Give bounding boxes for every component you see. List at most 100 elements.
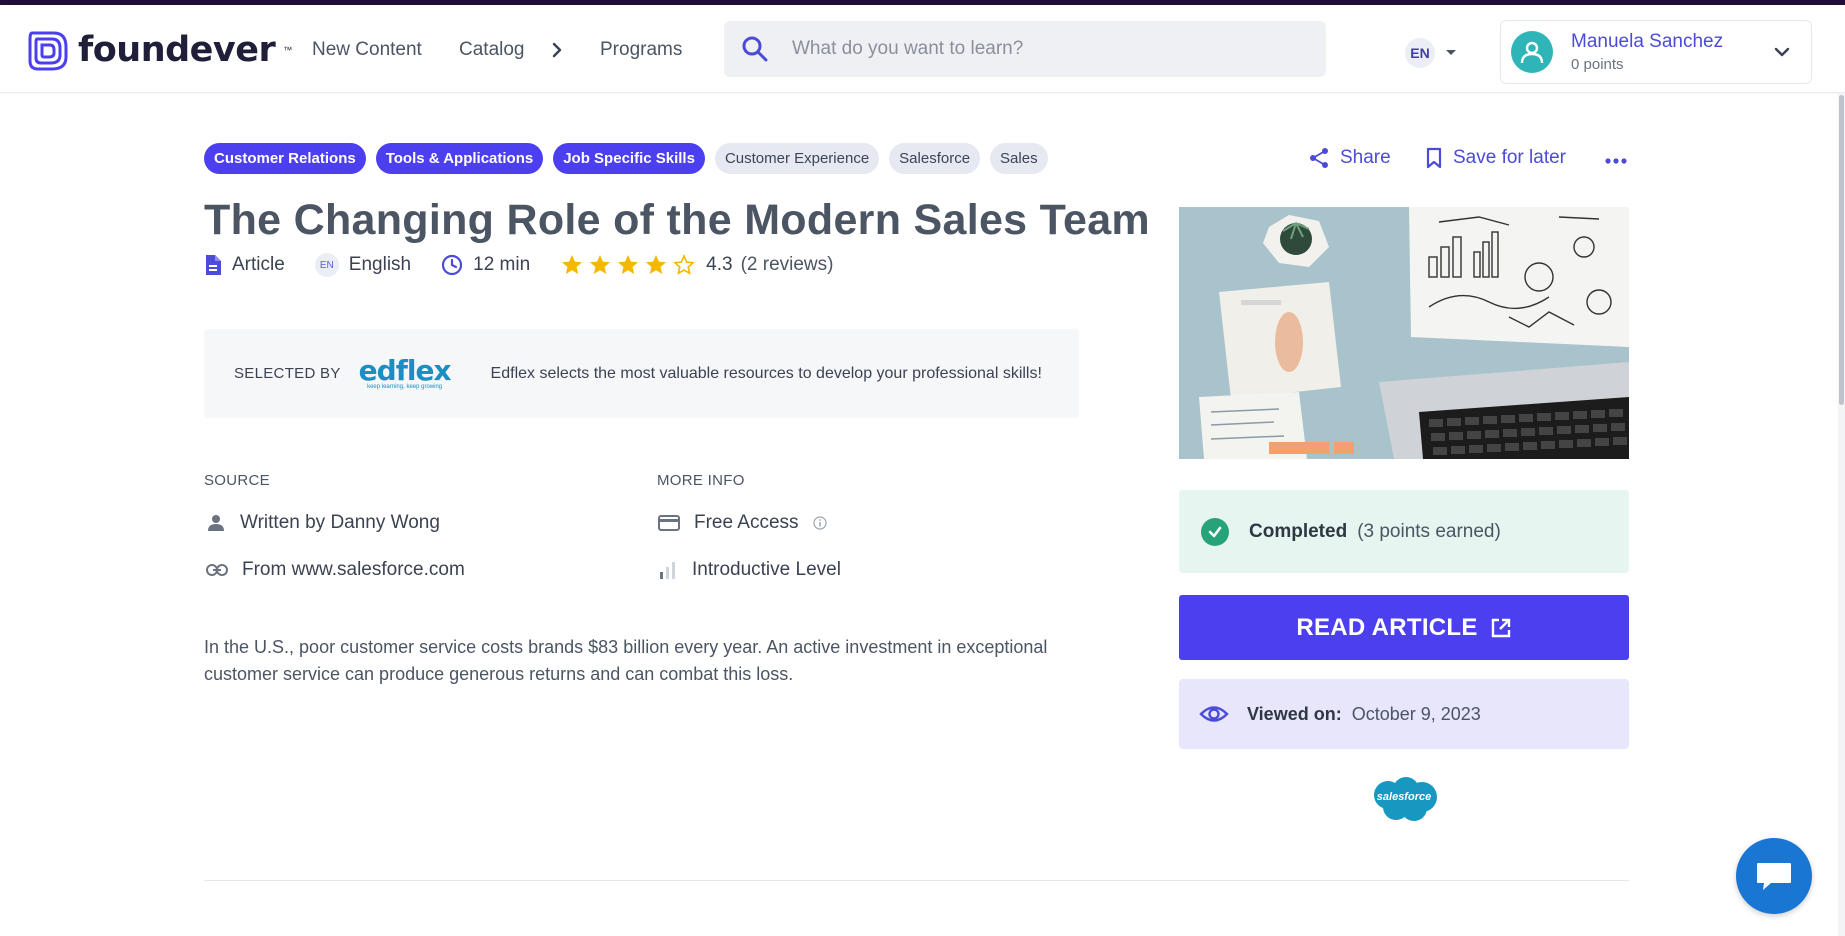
read-article-label: READ ARTICLE: [1296, 613, 1478, 641]
meta-language-label: English: [348, 254, 412, 275]
page-title: The Changing Role of the Modern Sales Te…: [204, 196, 1150, 244]
chevron-right-icon: [552, 42, 561, 58]
caret-down-icon: [1446, 50, 1456, 55]
more-info-access-label: Free Access: [694, 512, 799, 533]
nav-programs[interactable]: Programs: [600, 39, 682, 61]
user-menu[interactable]: Manuela Sanchez 0 points: [1500, 20, 1812, 84]
chat-bubble-icon: [1757, 863, 1791, 890]
completed-status: Completed (3 points earned): [1179, 490, 1629, 573]
tag-customer-experience[interactable]: Customer Experience: [714, 143, 880, 174]
info-icon[interactable]: [812, 516, 827, 530]
completed-points: (3 points earned): [1357, 520, 1501, 542]
language-code: EN: [1405, 38, 1435, 68]
scrollbar-thumb[interactable]: [1839, 95, 1844, 405]
eye-icon: [1199, 706, 1229, 722]
meta-language: EN English: [314, 253, 412, 277]
reviews-count[interactable]: (2 reviews): [741, 254, 834, 276]
selected-by-banner: SELECTED BY edflex keep learning, keep g…: [204, 329, 1079, 418]
more-info-level: Introductive Level: [658, 559, 841, 581]
more-info-heading: MORE INFO: [657, 472, 745, 489]
viewed-on-date: October 9, 2023: [1351, 703, 1481, 724]
more-info-access: Free Access: [658, 512, 827, 534]
tag-customer-relations[interactable]: Customer Relations: [204, 143, 366, 174]
brand-logo[interactable]: foundever ™: [24, 27, 292, 73]
user-points: 0 points: [1571, 56, 1624, 73]
topic-tags: Customer Relations Tools & Applications …: [204, 143, 1048, 174]
link-icon: [206, 564, 228, 576]
star-icon: [618, 255, 639, 274]
foundever-logo-icon: [28, 31, 68, 71]
user-name: Manuela Sanchez: [1571, 31, 1724, 52]
star-icon: [646, 255, 667, 274]
more-horizontal-icon: [1605, 158, 1627, 164]
section-divider: [204, 880, 1629, 881]
nav-programs-label: Programs: [600, 39, 683, 60]
clock-icon: [442, 254, 463, 276]
rating-stars: [560, 253, 696, 277]
edflex-logo: edflex keep learning, keep growing: [358, 353, 452, 390]
star-outline-icon: [673, 253, 696, 275]
completed-label: Completed: [1249, 520, 1348, 542]
tag-sales[interactable]: Sales: [990, 143, 1048, 174]
checkmark-icon: [1208, 526, 1222, 537]
document-icon: [206, 255, 221, 275]
meta-duration: 12 min: [441, 254, 530, 276]
nav-new-content[interactable]: New Content: [312, 39, 422, 61]
credit-card-icon: [658, 515, 680, 531]
workspace-illustration: [1179, 207, 1629, 459]
tag-salesforce[interactable]: Salesforce: [889, 143, 981, 174]
edflex-logo-tagline: keep learning, keep growing: [367, 383, 443, 390]
search-icon[interactable]: [740, 34, 770, 64]
share-icon: [1310, 148, 1328, 168]
meta-type: Article: [204, 254, 285, 276]
avatar: [1511, 31, 1553, 73]
more-info-level-label: Introductive Level: [692, 559, 841, 580]
source-heading: SOURCE: [204, 472, 270, 489]
search-bar[interactable]: [724, 21, 1326, 77]
source-author: Written by Danny Wong: [206, 512, 440, 534]
nav-catalog-label: Catalog: [459, 39, 525, 60]
source-from-label[interactable]: From www.salesforce.com: [242, 559, 465, 581]
source-author-label: Written by Danny Wong: [240, 512, 440, 533]
read-article-button[interactable]: READ ARTICLE: [1179, 595, 1629, 660]
star-icon: [562, 255, 583, 274]
viewed-on-label: Viewed on:: [1247, 703, 1342, 724]
save-for-later-label: Save for later: [1453, 147, 1566, 168]
bookmark-icon: [1426, 147, 1442, 169]
save-for-later-button[interactable]: Save for later: [1425, 147, 1566, 169]
brand-trademark: ™: [283, 45, 293, 55]
check-circle-icon: [1201, 517, 1229, 546]
nav-new-content-label: New Content: [312, 39, 422, 60]
star-icon: [590, 255, 611, 274]
level-bars-icon: [660, 562, 675, 579]
article-meta: Article EN English 12 min 4.3 (2 reviews…: [204, 253, 833, 277]
edflex-logo-word: edflex: [358, 353, 452, 387]
tag-job-specific-skills[interactable]: Job Specific Skills: [553, 143, 705, 174]
tag-tools-applications[interactable]: Tools & Applications: [375, 143, 544, 174]
user-info: Manuela Sanchez 0 points: [1571, 31, 1723, 73]
nav-catalog[interactable]: Catalog: [459, 39, 567, 61]
more-options-button[interactable]: [1605, 158, 1627, 164]
brand-name: foundever: [78, 30, 276, 70]
share-button[interactable]: Share: [1308, 147, 1391, 169]
selected-by-text: Edflex selects the most valuable resourc…: [490, 364, 1042, 382]
selected-by-label: SELECTED BY: [234, 365, 341, 382]
rating-value: 4.3: [706, 254, 733, 275]
chat-button[interactable]: [1736, 838, 1812, 914]
user-avatar-icon: [1520, 41, 1544, 64]
external-link-icon: [1491, 618, 1510, 637]
top-header: foundever ™ New Content Catalog Programs…: [0, 5, 1845, 93]
article-description: In the U.S., poor customer service costs…: [204, 637, 1048, 684]
share-label: Share: [1340, 147, 1391, 168]
viewed-on-panel: Viewed on: October 9, 2023: [1179, 679, 1629, 749]
person-icon: [208, 515, 224, 531]
source-from: From www.salesforce.com: [206, 559, 465, 581]
meta-duration-label: 12 min: [473, 254, 531, 275]
meta-type-label: Article: [232, 254, 285, 275]
search-input[interactable]: [792, 38, 1292, 60]
chevron-down-icon[interactable]: [1773, 43, 1791, 61]
salesforce-logo-text: salesforce: [1376, 791, 1432, 803]
language-selector[interactable]: EN: [1405, 38, 1457, 68]
article-thumbnail: [1179, 207, 1629, 459]
language-badge: EN: [314, 253, 339, 277]
